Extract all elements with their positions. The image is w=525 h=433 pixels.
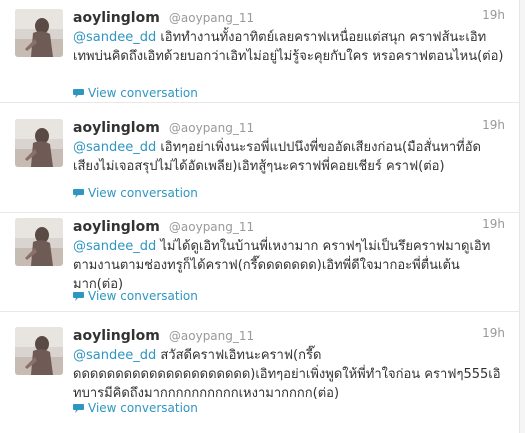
view-conversation-link[interactable]: View conversation	[73, 401, 198, 419]
speech-bubble-icon	[73, 404, 84, 413]
scrollbar[interactable]	[520, 0, 525, 433]
tweet-text: @sandee_dd เอิทๆอย่าเพิ่งนะรอพี่แปปนึงพี…	[73, 138, 505, 176]
view-conversation-link[interactable]: View conversation	[73, 86, 198, 104]
tweet-text: @sandee_dd สวัสดีคราฟเอิทนะคราฟ(กรี๊ดดดด…	[73, 346, 505, 403]
view-conversation-label[interactable]: View conversation	[88, 289, 198, 303]
view-conversation-link[interactable]: View conversation	[73, 289, 198, 307]
avatar[interactable]	[15, 218, 63, 266]
view-conversation-label[interactable]: View conversation	[88, 86, 198, 100]
view-conversation-label[interactable]: View conversation	[88, 186, 198, 200]
tweet-header: aoylinglom @aoypang_11 19h	[73, 7, 505, 27]
avatar[interactable]	[15, 9, 63, 57]
mention-link[interactable]: @sandee_dd	[73, 348, 156, 363]
tweet-timestamp[interactable]: 19h	[482, 8, 505, 22]
author-name[interactable]: aoylinglom	[73, 10, 160, 26]
mention-link[interactable]: @sandee_dd	[73, 239, 156, 254]
tweet[interactable]: aoylinglom @aoypang_11 19h @sandee_dd เอ…	[0, 110, 519, 213]
mention-link[interactable]: @sandee_dd	[73, 30, 156, 45]
tweet-timestamp[interactable]: 19h	[482, 326, 505, 340]
author-name[interactable]: aoylinglom	[73, 120, 160, 136]
tweet[interactable]: aoylinglom @aoypang_11 19h @sandee_dd สว…	[0, 318, 519, 433]
tweet-timestamp[interactable]: 19h	[482, 118, 505, 132]
tweet[interactable]: aoylinglom @aoypang_11 19h @sandee_dd เอ…	[0, 0, 519, 103]
tweet-timeline: aoylinglom @aoypang_11 19h @sandee_dd เอ…	[0, 0, 520, 433]
tweet-header: aoylinglom @aoypang_11 19h	[73, 117, 505, 137]
author-name[interactable]: aoylinglom	[73, 219, 160, 235]
tweet-header: aoylinglom @aoypang_11 19h	[73, 216, 505, 236]
speech-bubble-icon	[73, 89, 84, 98]
author-handle[interactable]: @aoypang_11	[169, 220, 254, 234]
mention-link[interactable]: @sandee_dd	[73, 140, 156, 155]
avatar[interactable]	[15, 119, 63, 167]
tweet[interactable]: aoylinglom @aoypang_11 19h @sandee_dd ไม…	[0, 209, 519, 312]
speech-bubble-icon	[73, 189, 84, 198]
author-handle[interactable]: @aoypang_11	[169, 11, 254, 25]
tweet-timestamp[interactable]: 19h	[482, 217, 505, 231]
author-handle[interactable]: @aoypang_11	[169, 121, 254, 135]
author-name[interactable]: aoylinglom	[73, 328, 160, 344]
avatar[interactable]	[15, 327, 63, 375]
view-conversation-label[interactable]: View conversation	[88, 401, 198, 415]
view-conversation-link[interactable]: View conversation	[73, 186, 198, 204]
tweet-text: @sandee_dd ไม่ได้ดูเอิทในบ้านพี่เหงามาก …	[73, 237, 505, 294]
tweet-text: @sandee_dd เอิททำงานทั้งอาทิตย์เลยคราฟเห…	[73, 28, 505, 66]
speech-bubble-icon	[73, 292, 84, 301]
author-handle[interactable]: @aoypang_11	[169, 329, 254, 343]
tweet-header: aoylinglom @aoypang_11 19h	[73, 325, 505, 345]
